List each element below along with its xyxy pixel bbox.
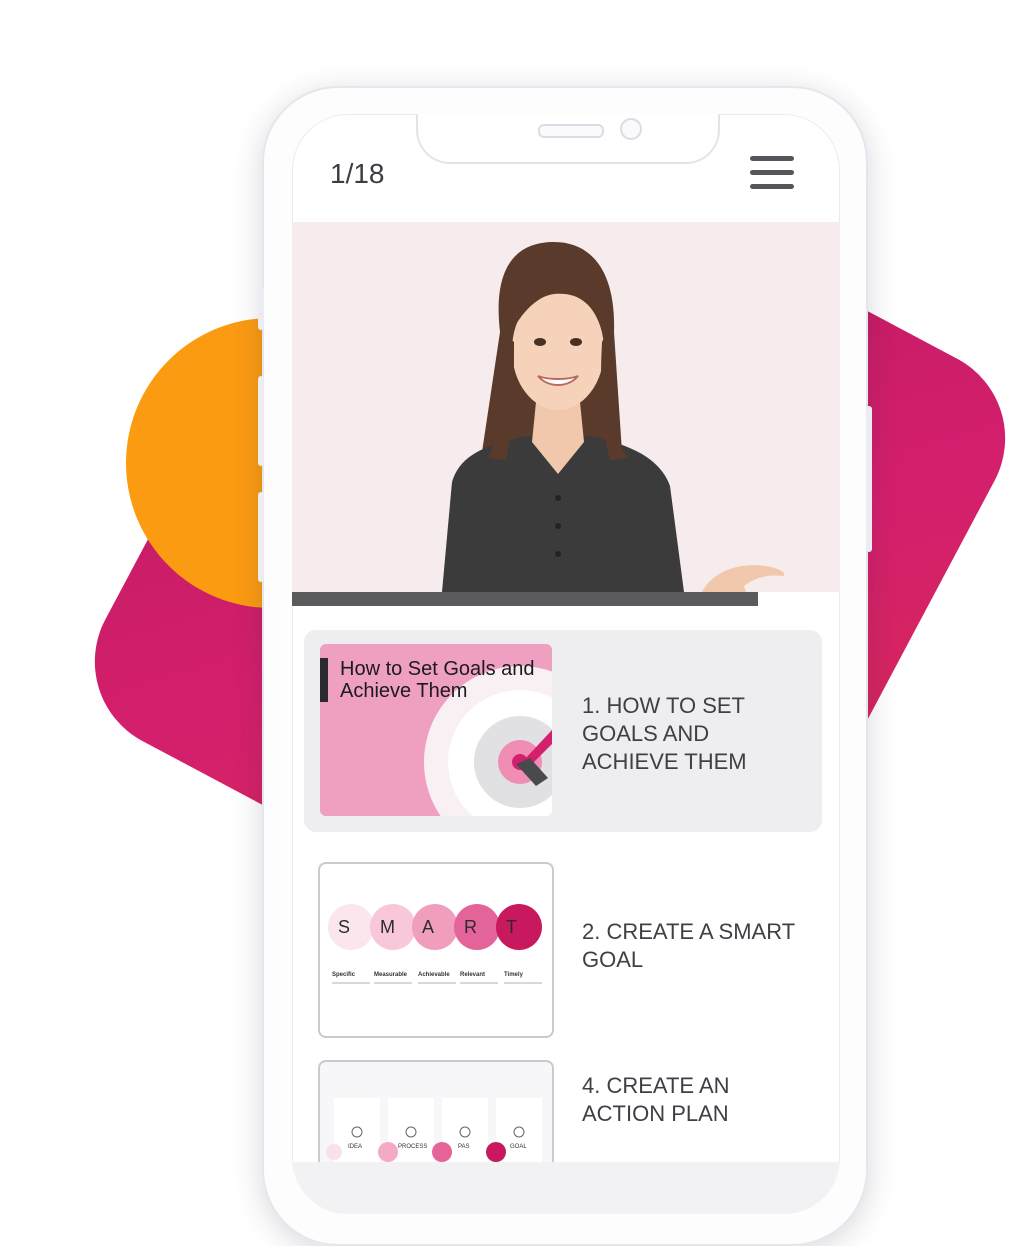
smart-label: Relevant	[460, 972, 486, 978]
phone-side-button	[258, 376, 264, 466]
smart-letter-s: S	[328, 904, 374, 950]
video-progress-bar[interactable]	[292, 592, 758, 606]
presenter-image	[442, 242, 785, 592]
placeholder-text	[504, 982, 542, 984]
phone-screen: 1/18 How to Set Goals and Achieve Them 1…	[292, 114, 840, 1214]
phone-notch	[416, 114, 720, 164]
step-label: PROCESS	[398, 1144, 428, 1150]
placeholder-text	[332, 982, 370, 984]
hamburger-menu-icon[interactable]	[750, 156, 794, 190]
smart-letter-a: A	[412, 904, 458, 950]
step-label: IDEA	[348, 1144, 363, 1150]
smart-label: Timely	[504, 972, 523, 978]
lesson-title-1: 1. How to set goals and achieve them	[582, 693, 747, 774]
step-label: GOAL	[510, 1144, 527, 1150]
lesson-title-2: 2. Create a SMART goal	[582, 919, 795, 972]
smart-letter-m: M	[370, 904, 416, 950]
speaker-grille	[538, 124, 604, 138]
lesson-thumbnail-2: S M A R T Specific Measurable Achievable…	[320, 864, 552, 1036]
front-camera	[620, 118, 642, 140]
title-accent-bar	[320, 658, 328, 702]
placeholder-text	[374, 982, 412, 984]
smart-letter-t: T	[496, 904, 542, 950]
phone-side-button	[866, 406, 872, 552]
placeholder-text	[460, 982, 498, 984]
lesson-item-2[interactable]: S M A R T Specific Measurable Achievable…	[304, 850, 822, 1052]
lesson-title-3: 4. Create an action plan	[582, 1073, 730, 1126]
lesson-thumbnail-1: How to Set Goals and Achieve Them	[320, 644, 552, 816]
smart-label: Measurable	[374, 972, 408, 978]
bottom-bar	[292, 1162, 840, 1214]
slide-counter: 1/18	[330, 158, 385, 189]
phone-side-button	[258, 286, 264, 330]
video-player[interactable]	[292, 222, 840, 592]
phone-side-button	[258, 492, 264, 582]
smart-label: Achievable	[418, 972, 450, 978]
smart-label: Specific	[332, 972, 356, 978]
placeholder-text	[418, 982, 456, 984]
lesson-item-1[interactable]: How to Set Goals and Achieve Them 1. How…	[304, 630, 822, 832]
step-label: PAS	[458, 1144, 470, 1150]
thumbnail-title: How to Set Goals and Achieve Them	[340, 658, 535, 702]
smart-letter-r: R	[454, 904, 500, 950]
